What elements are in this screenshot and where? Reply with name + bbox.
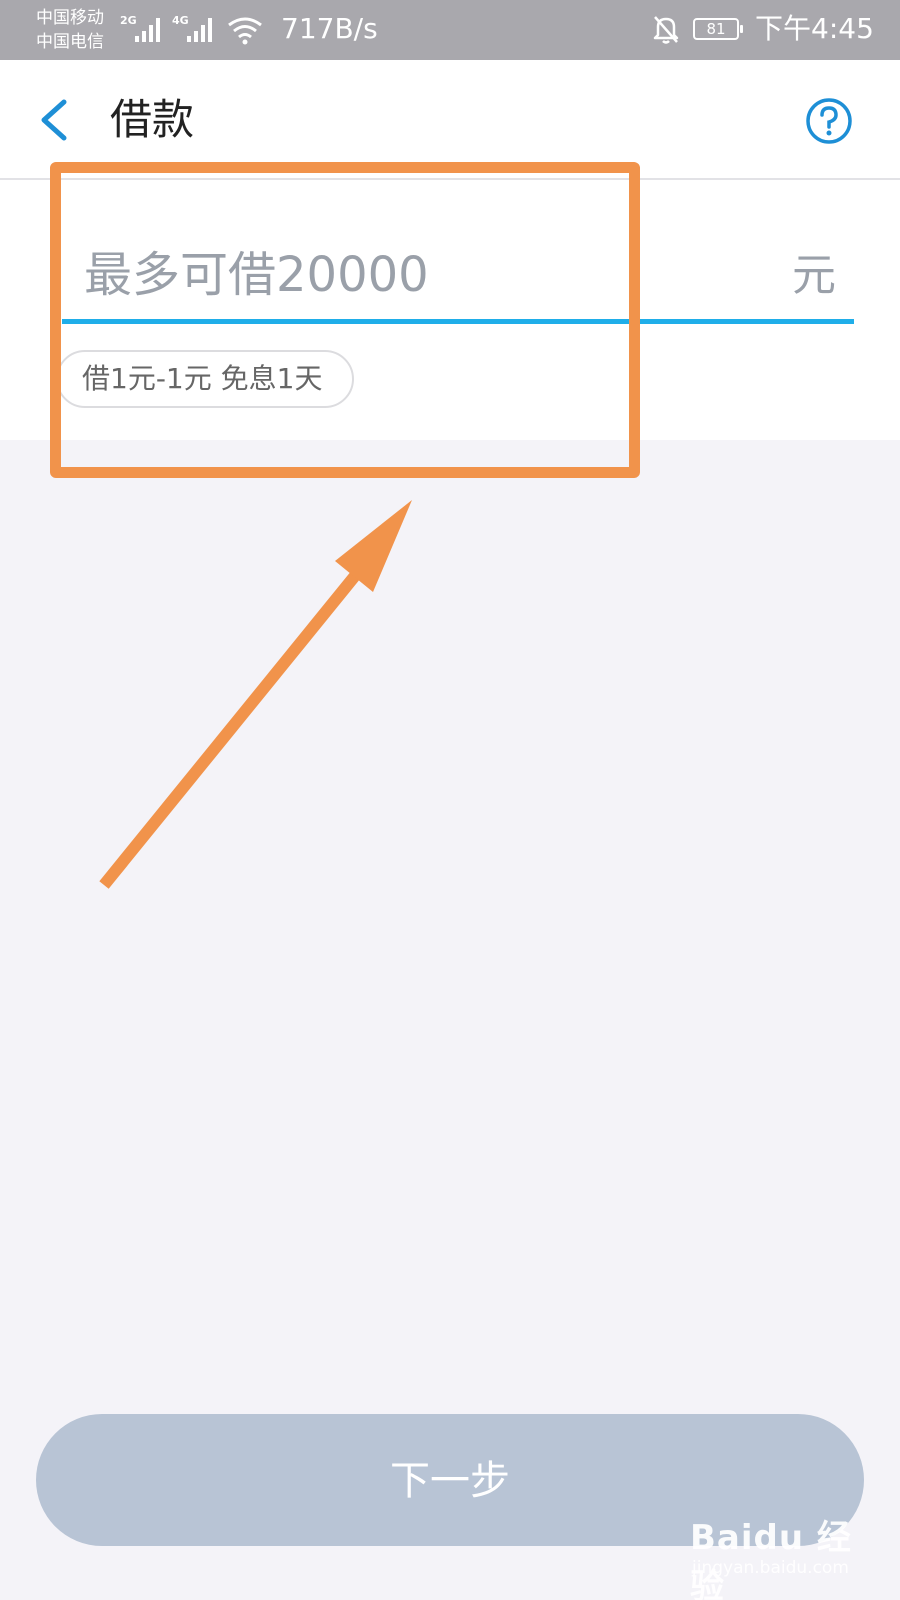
help-button[interactable] bbox=[804, 96, 854, 146]
next-step-button[interactable]: 下一步 bbox=[36, 1414, 864, 1546]
signal-strength-icon bbox=[135, 18, 160, 42]
page-title: 借款 bbox=[110, 95, 195, 144]
page-header: 借款 bbox=[0, 60, 900, 180]
promo-chip[interactable]: 借1元-1元 免息1天 bbox=[56, 350, 355, 408]
currency-unit: 元 bbox=[792, 250, 836, 301]
clock: 下午4:45 bbox=[755, 12, 874, 45]
status-bar: 中国移动 中国电信 2G 4G 717B/s 81 下午4:45 bbox=[0, 0, 900, 60]
carrier-2: 中国电信 bbox=[36, 32, 104, 52]
network-speed: 717B/s bbox=[281, 12, 378, 45]
loan-amount-input[interactable] bbox=[62, 240, 762, 310]
loan-amount-card: 元 借1元-1元 免息1天 bbox=[0, 180, 900, 440]
back-button[interactable] bbox=[30, 90, 78, 150]
input-underline bbox=[62, 319, 854, 324]
battery-icon: 81 bbox=[693, 18, 743, 40]
watermark-url: jingyan.baidu.com bbox=[692, 1558, 849, 1578]
annotation-arrow-icon bbox=[99, 500, 412, 889]
battery-level: 81 bbox=[706, 20, 726, 38]
help-icon bbox=[806, 98, 852, 144]
carrier-info: 中国移动 中国电信 bbox=[36, 6, 104, 54]
carrier-1: 中国移动 bbox=[36, 8, 104, 28]
mute-bell-icon bbox=[653, 16, 679, 44]
signal-strength-icon-2 bbox=[187, 18, 212, 42]
wifi-icon bbox=[228, 17, 262, 45]
chevron-left-icon bbox=[41, 99, 67, 141]
